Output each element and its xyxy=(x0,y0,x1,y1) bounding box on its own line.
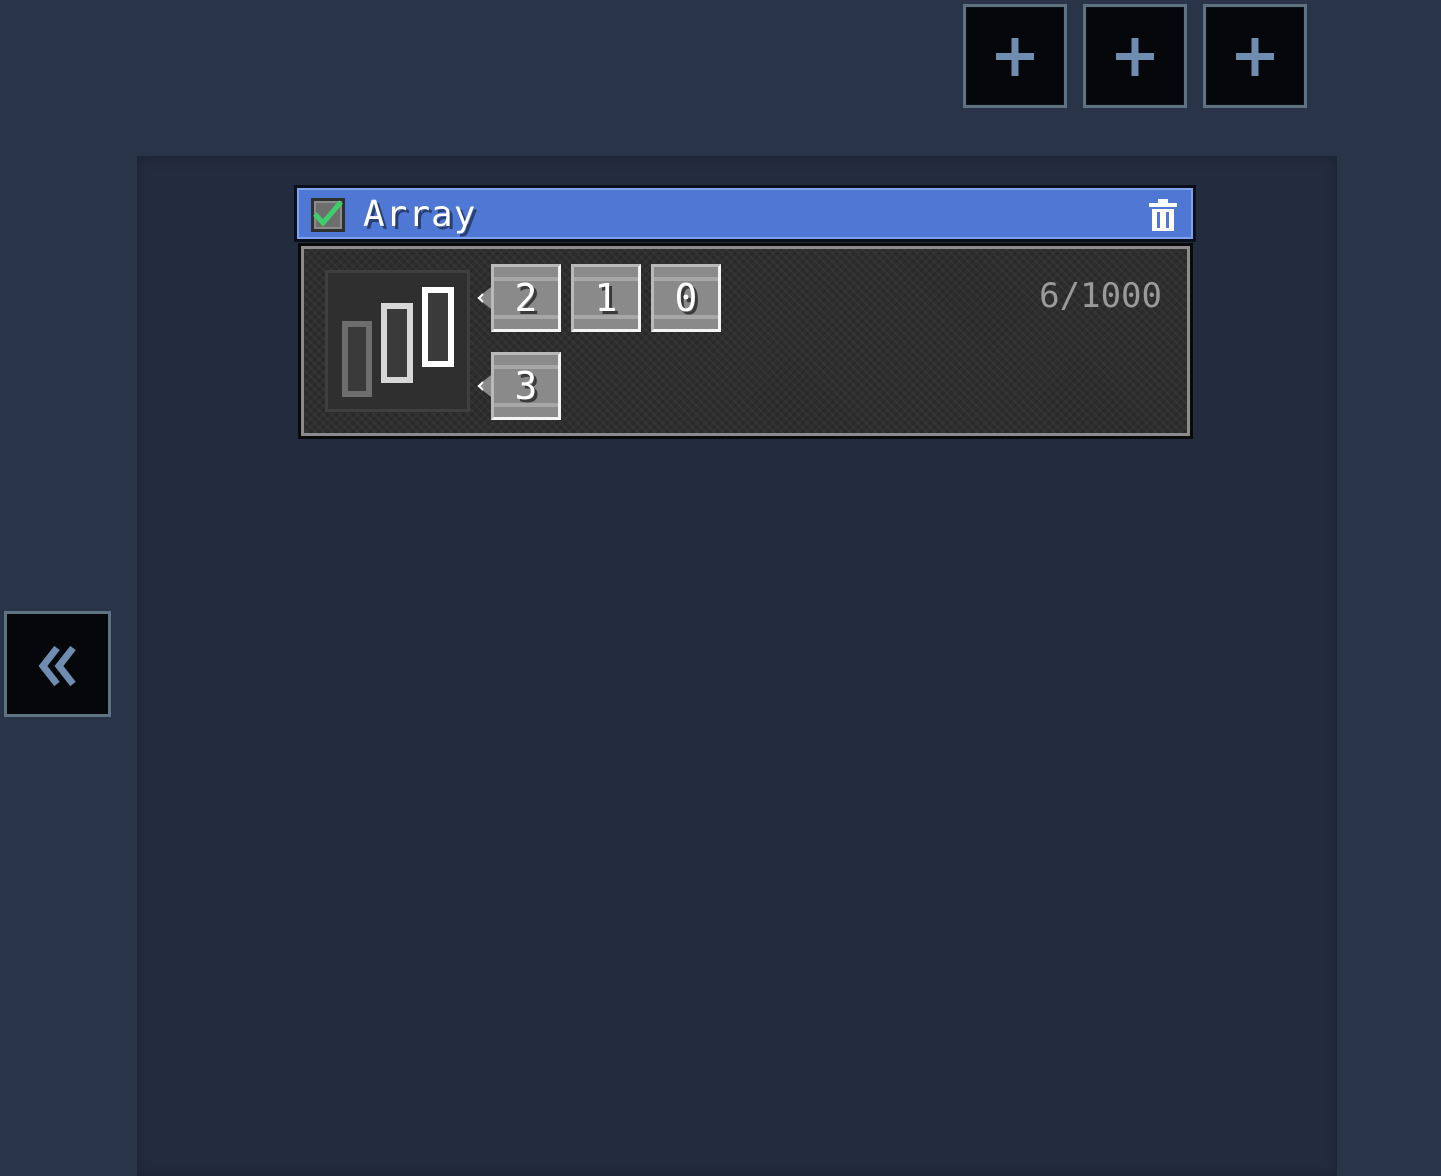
enabled-checkbox[interactable] xyxy=(311,198,345,232)
array-slot[interactable]: 1 xyxy=(571,264,641,332)
checkmark-icon xyxy=(311,198,345,232)
node-body: 2 1 0 3 6/1000 xyxy=(298,243,1193,439)
trash-icon xyxy=(1149,199,1177,231)
array-type-icon xyxy=(325,270,470,412)
array-slot[interactable]: 3 xyxy=(491,352,561,420)
slot-value: 3 xyxy=(514,364,538,408)
double-chevron-left-icon xyxy=(38,645,76,687)
item-counter: 6/1000 xyxy=(1039,276,1162,316)
slot-value: 2 xyxy=(514,276,538,320)
node-title: Array xyxy=(363,194,477,235)
plus-icon xyxy=(996,38,1034,76)
array-slot[interactable]: 0 xyxy=(651,264,721,332)
add-button-3[interactable] xyxy=(1203,4,1307,108)
node-header[interactable]: Array xyxy=(294,185,1196,242)
collapse-sidebar-button[interactable] xyxy=(4,611,111,717)
add-button-2[interactable] xyxy=(1083,4,1187,108)
slot-value: 1 xyxy=(594,276,618,320)
add-button-1[interactable] xyxy=(963,4,1067,108)
bars-icon xyxy=(342,287,454,397)
plus-icon xyxy=(1236,38,1274,76)
app-root: Array 2 1 0 3 6/1000 xyxy=(0,0,1441,1176)
plus-icon xyxy=(1116,38,1154,76)
array-slot[interactable]: 2 xyxy=(491,264,561,332)
delete-node-button[interactable] xyxy=(1147,198,1179,232)
slot-value: 0 xyxy=(674,276,698,320)
